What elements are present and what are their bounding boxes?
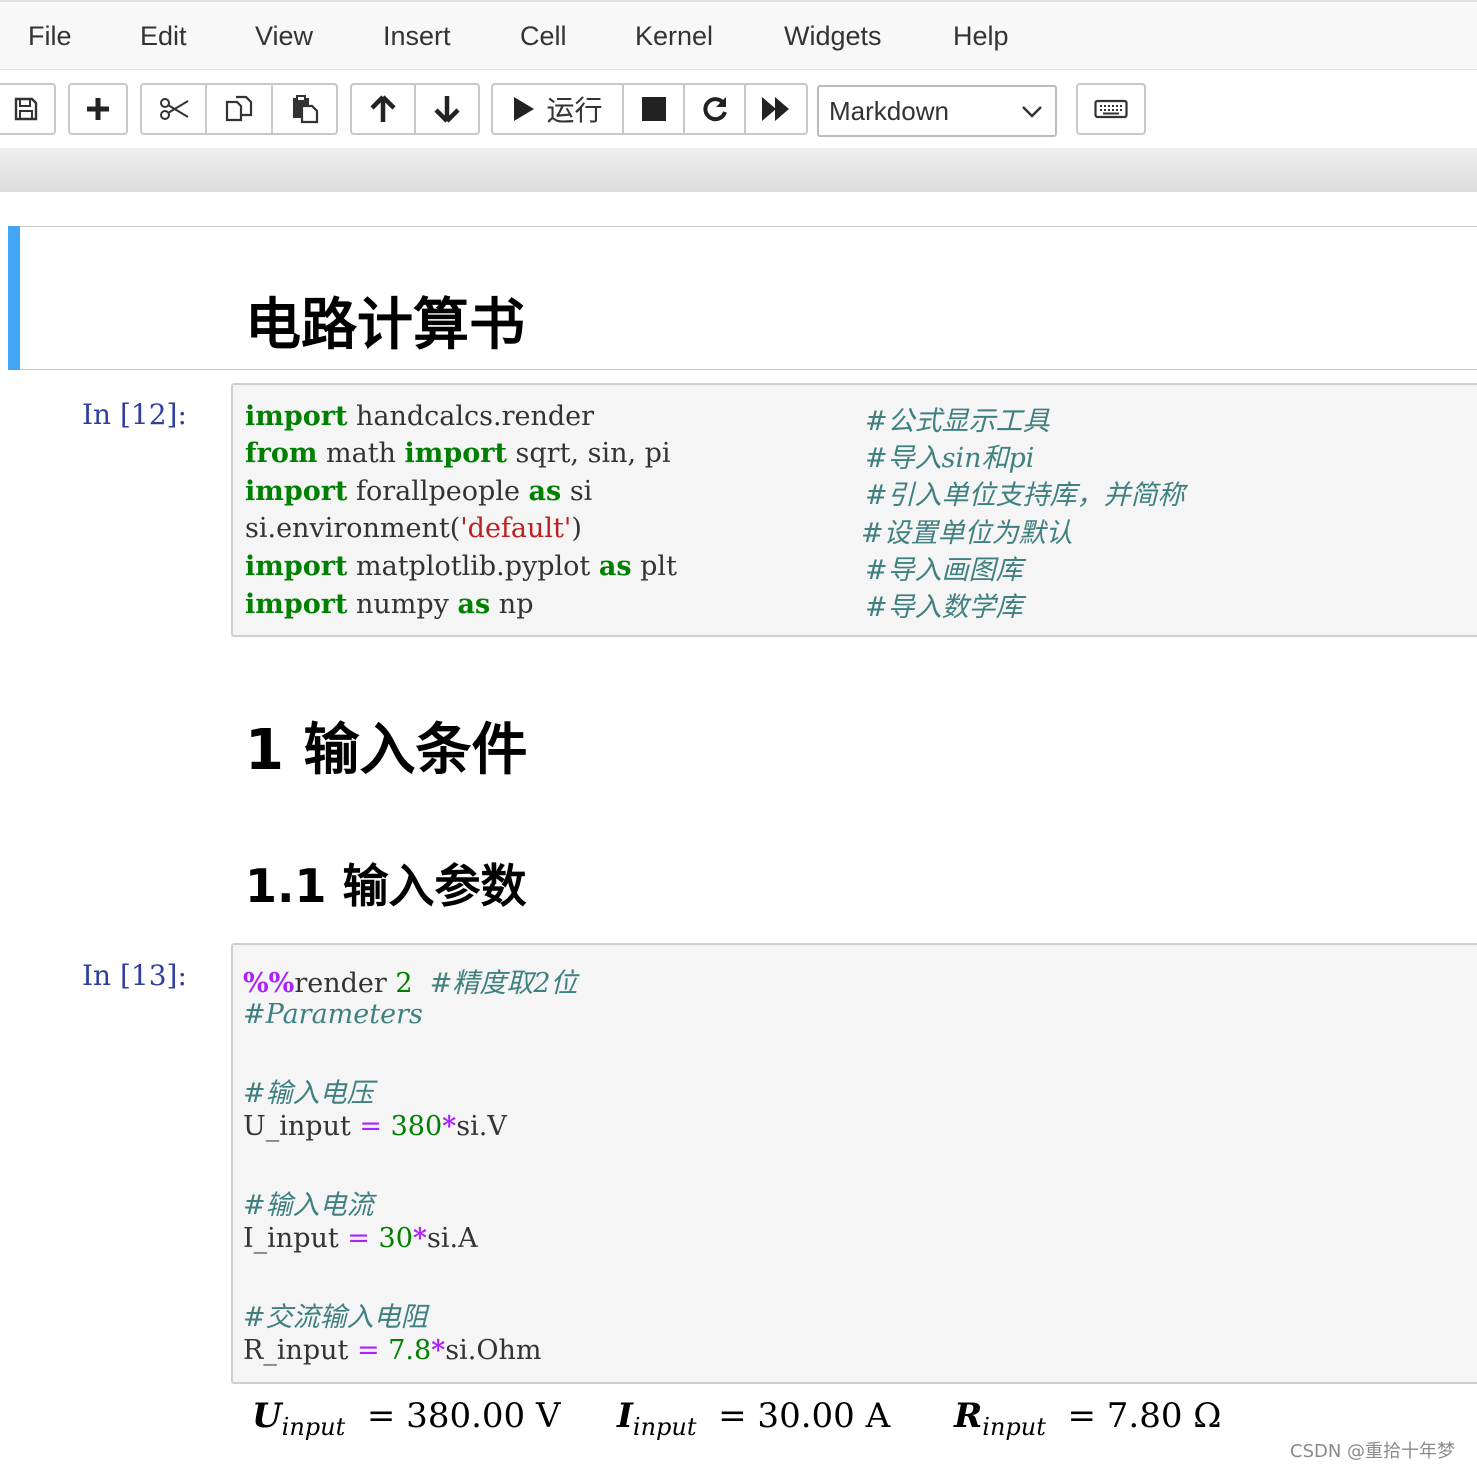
code-comment-5: #导入画图库: [865, 555, 1023, 586]
code-line-5: import matplotlib.pyplot as plt: [245, 551, 677, 582]
command-palette-button[interactable]: [1076, 83, 1146, 135]
cell-type-value: Markdown: [829, 96, 949, 126]
move-up-button[interactable]: [350, 83, 416, 135]
code-comment-1: #公式显示工具: [865, 406, 1050, 437]
cell-prompt-13: In [13]:: [82, 959, 187, 992]
menu-file[interactable]: File: [28, 2, 72, 70]
menu-cell[interactable]: Cell: [520, 2, 567, 70]
copy-icon: [225, 95, 253, 122]
arrow-up-icon: [370, 95, 396, 122]
menu-bar: File Edit View Insert Cell Kernel Widget…: [0, 0, 1477, 70]
output-u-input: Uinput = 380.00 V: [252, 1396, 561, 1441]
menu-kernel[interactable]: Kernel: [635, 2, 713, 70]
code-cell-12[interactable]: import handcalcs.render from math import…: [231, 383, 1477, 637]
stop-icon: [641, 97, 666, 121]
code-r-input: R_input = 7.8*si.Ohm: [243, 1335, 542, 1366]
heading-input-conditions: 1 输入条件: [245, 718, 528, 783]
run-label: 运行: [546, 94, 603, 127]
header-separator: [0, 148, 1477, 192]
comment-precision: #精度取2位: [429, 968, 578, 999]
menu-view[interactable]: View: [255, 2, 313, 70]
code-cell-13[interactable]: %%render 2 #精度取2位 #Parameters #输入电压 U_in…: [231, 943, 1477, 1384]
comment-current: #输入电流: [243, 1190, 374, 1221]
watermark: CSDN @重拾十年梦: [1290, 1441, 1456, 1462]
cell-prompt-12: In [12]:: [82, 398, 187, 431]
code-line-1: import handcalcs.render: [245, 401, 595, 432]
insert-cell-button[interactable]: [68, 83, 128, 135]
selected-cell-indicator: [8, 226, 20, 370]
output-r-input: Rinput = 7.80 Ω: [954, 1396, 1222, 1441]
arrow-down-icon: [434, 96, 460, 123]
cell-type-select[interactable]: Markdown: [817, 85, 1057, 137]
heading-input-parameters: 1.1 输入参数: [245, 859, 527, 913]
comment-parameters: #Parameters: [243, 999, 423, 1030]
code-line-6: import numpy as np: [245, 589, 534, 620]
code-line-2: from math import sqrt, sin, pi: [245, 438, 671, 469]
comment-voltage: #输入电压: [243, 1078, 374, 1109]
fast-forward-icon: [762, 97, 789, 121]
plus-icon: [87, 98, 109, 120]
notebook-title: 电路计算书: [245, 293, 525, 358]
code-line-4: si.environment('default'): [245, 513, 582, 544]
keyboard-icon: [1094, 99, 1128, 119]
code-comment-6: #导入数学库: [865, 592, 1023, 623]
menu-help[interactable]: Help: [953, 2, 1009, 70]
menu-insert[interactable]: Insert: [383, 2, 451, 70]
restart-icon: [702, 97, 727, 122]
code-line-3: import forallpeople as si: [245, 476, 593, 507]
interrupt-button[interactable]: [622, 83, 685, 135]
play-icon: [514, 97, 535, 121]
code-comment-2: #导入sin和pi: [865, 443, 1035, 474]
move-down-button[interactable]: [414, 83, 480, 135]
paste-icon: [292, 95, 318, 124]
comment-resistance: #交流输入电阻: [243, 1302, 428, 1333]
markdown-cell-selected[interactable]: [8, 226, 1477, 370]
save-icon: [14, 97, 38, 121]
scissors-icon: [159, 98, 189, 120]
paste-button[interactable]: [271, 83, 338, 135]
code-comment-3: #引入单位支持库，并简称: [865, 480, 1185, 511]
menu-widgets[interactable]: Widgets: [784, 2, 882, 70]
code-comment-4: #设置单位为默认: [861, 518, 1073, 549]
code-u-input: U_input = 380*si.V: [243, 1111, 507, 1142]
copy-button[interactable]: [205, 83, 273, 135]
run-button[interactable]: 运行: [491, 83, 624, 135]
restart-button[interactable]: [683, 83, 746, 135]
chevron-down-icon: [1022, 106, 1042, 118]
save-button[interactable]: [0, 83, 56, 135]
menu-edit[interactable]: Edit: [140, 2, 187, 70]
output-i-input: Iinput = 30.00 A: [617, 1396, 891, 1441]
restart-run-all-button[interactable]: [744, 83, 808, 135]
code-i-input: I_input = 30*si.A: [243, 1223, 478, 1254]
code-line-magic: %%render 2 #精度取2位: [243, 968, 578, 999]
cut-button[interactable]: [140, 83, 207, 135]
